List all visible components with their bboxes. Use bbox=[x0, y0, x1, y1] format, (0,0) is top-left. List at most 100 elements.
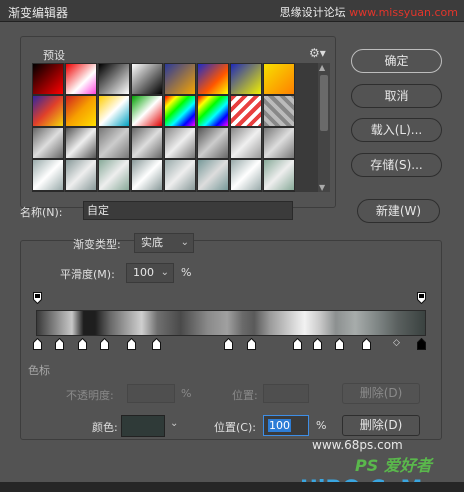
preset-swatch[interactable] bbox=[98, 127, 130, 159]
title-bar: 渐变编辑器 思缘设计论坛 www.missyuan.com bbox=[0, 0, 464, 22]
stop-color-swatch[interactable] bbox=[121, 415, 165, 437]
gradient-type-select[interactable]: 实底 ⌄ bbox=[134, 233, 194, 253]
color-position-unit: % bbox=[316, 419, 327, 432]
preset-swatch[interactable] bbox=[65, 191, 97, 192]
preset-swatch[interactable] bbox=[98, 191, 130, 192]
preset-swatch[interactable] bbox=[98, 63, 130, 95]
preset-swatch[interactable] bbox=[65, 159, 97, 191]
preset-swatch[interactable] bbox=[197, 191, 229, 192]
color-stop[interactable] bbox=[362, 338, 371, 350]
chevron-down-icon: ⌄ bbox=[160, 267, 169, 278]
opacity-input bbox=[127, 384, 175, 403]
color-stop[interactable] bbox=[152, 338, 161, 350]
opacity-label: 不透明度: bbox=[66, 389, 114, 402]
smoothness-unit: % bbox=[181, 266, 192, 279]
stops-section-title: 色标 bbox=[28, 364, 50, 377]
preset-swatch[interactable] bbox=[197, 95, 229, 127]
color-stop[interactable] bbox=[313, 338, 322, 350]
color-stop[interactable] bbox=[100, 338, 109, 350]
preset-swatch[interactable] bbox=[65, 95, 97, 127]
name-field[interactable]: 自定 bbox=[83, 201, 293, 220]
color-stop[interactable] bbox=[55, 338, 64, 350]
opacity-stop-left[interactable] bbox=[33, 292, 42, 304]
save-button[interactable]: 存储(S)... bbox=[351, 153, 442, 177]
scroll-up-icon[interactable]: ▲ bbox=[319, 63, 325, 72]
preset-swatch[interactable] bbox=[32, 127, 64, 159]
opacity-unit: % bbox=[181, 387, 192, 400]
preset-swatch[interactable] bbox=[197, 63, 229, 95]
ps-watermark: PS 爱好者 bbox=[355, 456, 432, 475]
preset-swatch[interactable] bbox=[263, 127, 295, 159]
preset-swatch[interactable] bbox=[32, 191, 64, 192]
preset-swatch[interactable] bbox=[230, 63, 262, 95]
preset-swatch[interactable] bbox=[164, 127, 196, 159]
preset-swatch[interactable] bbox=[131, 191, 163, 192]
gradient-editor-dialog: 预设 ⚙▾ ▲ ▼ 确定 取消 载入(L)... 存储(S)... 名称(N):… bbox=[0, 22, 464, 492]
preset-swatch[interactable] bbox=[32, 95, 64, 127]
color-stop[interactable] bbox=[127, 338, 136, 350]
new-button[interactable]: 新建(W) bbox=[357, 199, 440, 223]
preset-swatch[interactable] bbox=[65, 63, 97, 95]
preset-swatch[interactable] bbox=[230, 191, 262, 192]
preset-swatch[interactable] bbox=[164, 191, 196, 192]
color-stop[interactable] bbox=[335, 338, 344, 350]
opacity-position-label: 位置: bbox=[232, 389, 258, 402]
color-position-input[interactable]: 100 bbox=[263, 415, 309, 436]
preset-swatch[interactable] bbox=[197, 127, 229, 159]
preset-swatch[interactable] bbox=[263, 95, 295, 127]
color-position-label: 位置(C): bbox=[214, 421, 256, 434]
color-stop[interactable] bbox=[417, 338, 426, 350]
dialog-title: 渐变编辑器 bbox=[8, 6, 69, 20]
chevron-down-icon: ⌄ bbox=[180, 237, 189, 248]
opacity-position-input bbox=[263, 384, 309, 403]
preset-swatch[interactable] bbox=[263, 191, 295, 192]
preset-swatch[interactable] bbox=[263, 63, 295, 95]
opacity-stop-right[interactable] bbox=[417, 292, 426, 304]
color-stop[interactable] bbox=[78, 338, 87, 350]
preset-swatch[interactable] bbox=[131, 63, 163, 95]
preset-swatch[interactable] bbox=[65, 127, 97, 159]
load-button[interactable]: 载入(L)... bbox=[351, 118, 442, 142]
bottom-strip bbox=[0, 482, 464, 492]
preset-swatch[interactable] bbox=[230, 127, 262, 159]
preset-swatch[interactable] bbox=[131, 95, 163, 127]
color-stop[interactable] bbox=[224, 338, 233, 350]
preset-swatch[interactable] bbox=[98, 95, 130, 127]
chevron-down-icon[interactable]: ⌄ bbox=[170, 418, 178, 429]
preset-swatch[interactable] bbox=[98, 159, 130, 191]
name-label: 名称(N): bbox=[20, 206, 63, 219]
midpoint-diamond-icon[interactable]: ◇ bbox=[393, 338, 400, 348]
preset-swatch[interactable] bbox=[230, 95, 262, 127]
site-watermark: www.68ps.com bbox=[312, 438, 403, 452]
presets-scrollbar[interactable]: ▲ ▼ bbox=[318, 63, 330, 192]
preset-swatch[interactable] bbox=[164, 159, 196, 191]
opacity-delete-button: 删除(D) bbox=[342, 383, 420, 404]
smoothness-input[interactable]: 100 ⌄ bbox=[126, 263, 174, 283]
presets-label: 预设 bbox=[43, 49, 65, 62]
color-stop[interactable] bbox=[293, 338, 302, 350]
smoothness-label: 平滑度(M): bbox=[60, 268, 115, 281]
preset-swatch[interactable] bbox=[131, 127, 163, 159]
color-label: 颜色: bbox=[92, 421, 118, 434]
preset-swatch[interactable] bbox=[263, 159, 295, 191]
gradient-type-label: 渐变类型: bbox=[73, 238, 121, 251]
gradient-preview-bar[interactable] bbox=[36, 310, 426, 336]
presets-panel: 预设 ⚙▾ ▲ ▼ bbox=[20, 36, 336, 208]
preset-swatch[interactable] bbox=[164, 95, 196, 127]
color-stop[interactable] bbox=[33, 338, 42, 350]
scroll-down-icon[interactable]: ▼ bbox=[319, 183, 325, 192]
title-watermark: 思缘设计论坛 www.missyuan.com bbox=[279, 6, 458, 19]
preset-swatch[interactable] bbox=[164, 63, 196, 95]
color-delete-button[interactable]: 删除(D) bbox=[342, 415, 420, 436]
preset-swatch[interactable] bbox=[230, 159, 262, 191]
preset-swatch[interactable] bbox=[32, 159, 64, 191]
cancel-button[interactable]: 取消 bbox=[351, 84, 442, 108]
color-stop[interactable] bbox=[247, 338, 256, 350]
preset-swatch[interactable] bbox=[197, 159, 229, 191]
preset-swatch[interactable] bbox=[32, 63, 64, 95]
preset-swatch[interactable] bbox=[131, 159, 163, 191]
scroll-thumb[interactable] bbox=[320, 75, 328, 131]
preset-swatch-grid bbox=[32, 63, 318, 192]
gear-icon[interactable]: ⚙▾ bbox=[309, 46, 326, 60]
ok-button[interactable]: 确定 bbox=[351, 49, 442, 73]
